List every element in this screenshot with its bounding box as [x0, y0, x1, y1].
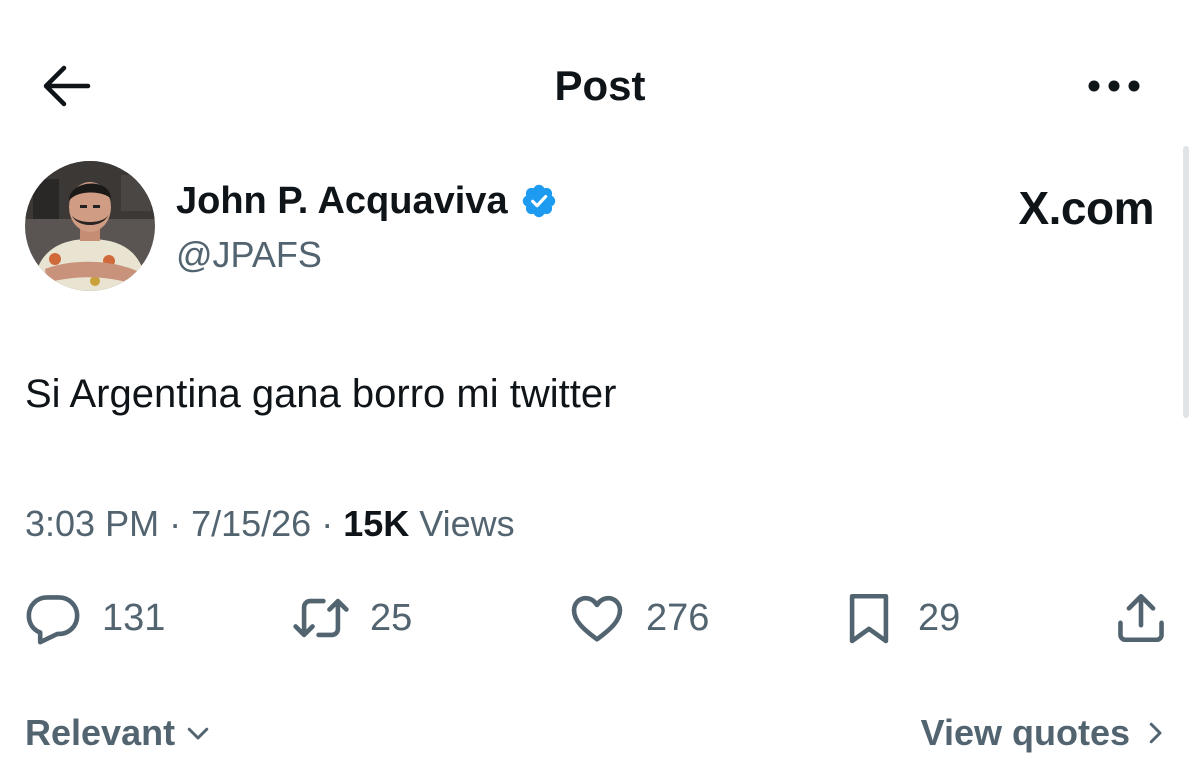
view-quotes-label: View quotes [920, 712, 1130, 753]
tweet-text: Si Argentina gana borro mi twitter [25, 372, 617, 416]
like-count: 276 [646, 596, 710, 639]
site-watermark: X.com [1018, 182, 1154, 234]
more-icon [1088, 80, 1140, 92]
views-label: Views [419, 503, 515, 544]
bookmark-button[interactable]: 29 [840, 588, 960, 648]
repost-icon [293, 598, 349, 638]
tweet-time[interactable]: 3:03 PM [25, 503, 159, 544]
reply-button[interactable]: 131 [24, 588, 165, 648]
sort-dropdown[interactable]: Relevant [25, 710, 213, 756]
repost-count: 25 [370, 596, 413, 639]
meta-separator: · [169, 503, 192, 544]
share-icon [1118, 593, 1164, 643]
repost-button[interactable]: 25 [292, 588, 412, 648]
avatar[interactable] [25, 161, 155, 291]
views-count: 15K [343, 503, 410, 544]
view-quotes-link[interactable]: View quotes [921, 710, 1170, 756]
like-button[interactable]: 276 [568, 588, 709, 648]
share-button[interactable] [1112, 588, 1170, 648]
verified-badge-icon [522, 184, 555, 218]
tweet-date[interactable]: 7/15/26 [191, 503, 311, 544]
author-name-row[interactable]: John P. Acquaviva [176, 178, 558, 224]
meta-separator: · [321, 503, 344, 544]
chevron-down-icon [187, 727, 209, 740]
like-icon [571, 595, 623, 642]
author-name[interactable]: John P. Acquaviva [176, 178, 508, 224]
bookmark-icon [849, 593, 889, 644]
sort-label: Relevant [25, 712, 176, 753]
reply-icon [26, 595, 80, 645]
reply-count: 131 [102, 596, 166, 639]
author-handle[interactable]: @JPAFS [176, 233, 322, 277]
tweet-meta: 3:03 PM · 7/15/26 · 15K Views [25, 501, 515, 547]
more-button[interactable] [1082, 58, 1146, 114]
chevron-right-icon [1149, 722, 1162, 744]
bookmark-count: 29 [918, 596, 961, 639]
scrollbar[interactable] [1183, 146, 1189, 418]
page-title: Post [554, 62, 646, 109]
